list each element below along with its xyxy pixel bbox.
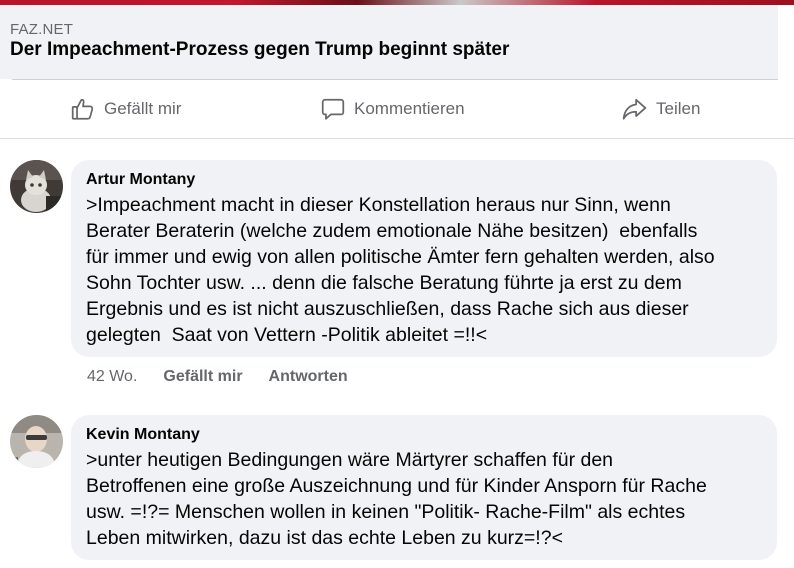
link-preview[interactable]: FAZ.NET Der Impeachment-Prozess gegen Tr… <box>0 5 778 79</box>
share-label: Teilen <box>656 99 701 118</box>
comment-reply-button[interactable]: Antworten <box>269 368 348 386</box>
avatar[interactable] <box>10 415 63 468</box>
comment-text: >Impeachment macht in dieser Konstellati… <box>86 194 715 346</box>
avatar-cat-image <box>10 160 63 213</box>
comment-meta: 42 Wo. Gefällt mir Antworten <box>87 368 348 386</box>
comment-bubble: Artur Montany >Impeachment macht in dies… <box>71 160 777 357</box>
comment-author[interactable]: Artur Montany <box>86 170 763 190</box>
like-button[interactable]: Gefällt mir <box>70 80 181 138</box>
share-arrow-icon <box>622 98 647 120</box>
comment-bubble: Kevin Montany >unter heutigen Bedingunge… <box>71 415 777 560</box>
avatar-person-image <box>10 415 63 468</box>
comment-label: Kommentieren <box>354 99 465 118</box>
comment-author[interactable]: Kevin Montany <box>86 425 763 445</box>
share-button[interactable]: Teilen <box>621 80 700 138</box>
link-source: FAZ.NET <box>10 21 74 38</box>
link-title[interactable]: Der Impeachment-Prozess gegen Trump begi… <box>10 39 509 61</box>
divider <box>0 138 794 139</box>
like-label: Gefällt mir <box>104 99 182 118</box>
avatar[interactable] <box>10 160 63 213</box>
comment-text: >unter heutigen Bedingungen wäre Märtyre… <box>86 449 707 549</box>
comment-button[interactable]: Kommentieren <box>320 80 465 138</box>
comment-timestamp[interactable]: 42 Wo. <box>87 368 137 386</box>
speech-bubble-icon <box>321 98 345 120</box>
comment-like-button[interactable]: Gefällt mir <box>163 368 242 386</box>
thumbs-up-icon <box>71 98 94 120</box>
post-action-bar: Gefällt mir Kommentieren Teilen <box>0 80 794 138</box>
